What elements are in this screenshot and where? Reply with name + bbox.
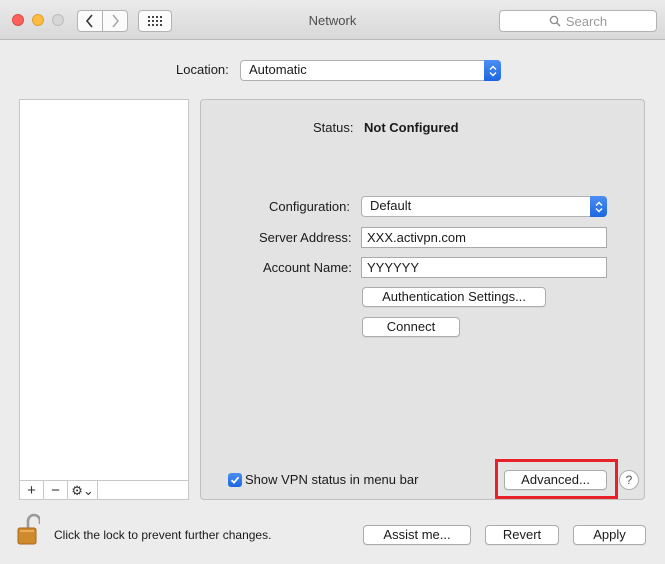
account-name-label: Account Name: [263, 260, 352, 275]
apply-button[interactable]: Apply [573, 525, 646, 545]
location-value: Automatic [249, 62, 307, 77]
checkmark-icon [230, 476, 240, 484]
configuration-label: Configuration: [269, 199, 350, 214]
account-name-field[interactable]: YYYYYY [361, 257, 607, 278]
status-value: Not Configured [364, 120, 459, 135]
gear-icon[interactable]: ⚙⌄ [68, 481, 98, 499]
advanced-button[interactable]: Advanced... [504, 470, 607, 490]
location-popup[interactable]: Automatic [240, 60, 501, 81]
popup-arrows-icon [590, 196, 607, 217]
status-label: Status: [313, 120, 354, 135]
search-icon [549, 15, 561, 27]
assist-me-button[interactable]: Assist me... [363, 525, 471, 545]
add-service-button[interactable]: + [20, 481, 44, 499]
network-window: Network Search Location: Automatic + − ⚙… [0, 0, 665, 564]
authentication-settings-button[interactable]: Authentication Settings... [362, 287, 546, 307]
search-input[interactable]: Search [499, 10, 657, 32]
server-address-field[interactable]: XXX.activpn.com [361, 227, 607, 248]
location-label: Location: [176, 62, 229, 77]
configuration-value: Default [370, 198, 412, 213]
revert-button[interactable]: Revert [485, 525, 559, 545]
service-list[interactable] [19, 99, 189, 480]
help-button[interactable]: ? [619, 470, 639, 490]
search-placeholder: Search [565, 13, 608, 29]
service-list-toolbar: + − ⚙⌄ [19, 480, 189, 500]
connect-button[interactable]: Connect [362, 317, 460, 337]
lock-icon[interactable] [16, 512, 40, 546]
remove-service-button[interactable]: − [44, 481, 68, 499]
lock-message: Click the lock to prevent further change… [54, 528, 272, 542]
configuration-popup[interactable]: Default [361, 196, 607, 217]
popup-arrows-icon [484, 60, 501, 81]
title-bar: Network Search [0, 0, 665, 40]
show-vpn-status-checkbox[interactable] [228, 473, 242, 487]
server-address-label: Server Address: [259, 230, 352, 245]
show-vpn-status-label[interactable]: Show VPN status in menu bar [245, 472, 418, 487]
